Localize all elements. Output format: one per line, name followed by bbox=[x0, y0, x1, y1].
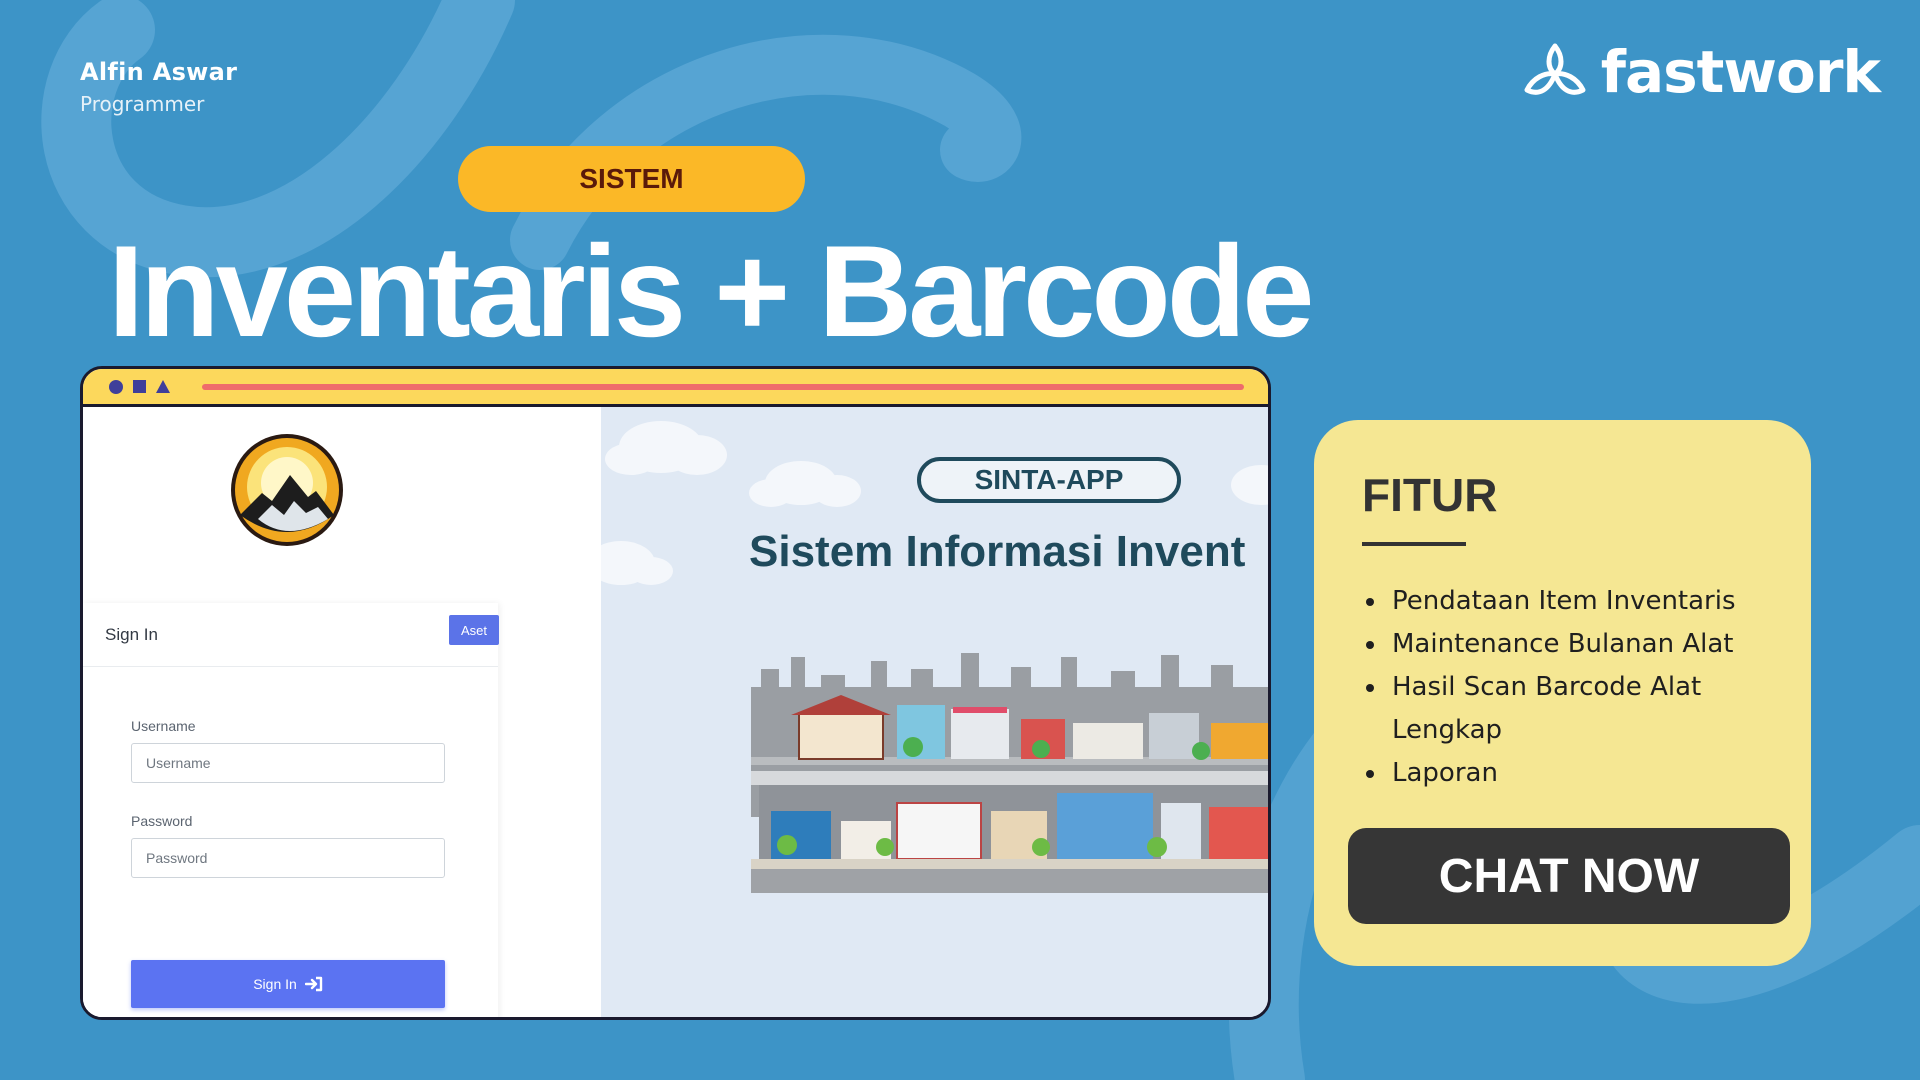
hero-pane: SINTA-APP Sistem Informasi Invent bbox=[601, 407, 1268, 1017]
aset-button[interactable]: Aset bbox=[449, 615, 499, 645]
feature-title: FITUR bbox=[1362, 469, 1498, 521]
sign-in-button-label: Sign In bbox=[253, 976, 297, 992]
password-input[interactable] bbox=[131, 838, 445, 878]
window-triangle-icon bbox=[156, 380, 170, 393]
feature-list: Pendataan Item Inventaris Maintenance Bu… bbox=[1362, 580, 1782, 795]
password-label: Password bbox=[131, 813, 193, 829]
headline: Inventaris + Barcode bbox=[108, 218, 1314, 364]
username-input[interactable] bbox=[131, 743, 445, 783]
feature-item: Pendataan Item Inventaris bbox=[1362, 580, 1782, 623]
feature-item: Maintenance Bulanan Alat bbox=[1362, 623, 1782, 666]
fastwork-logo-icon bbox=[1524, 43, 1586, 95]
login-card-header: Sign In Aset bbox=[83, 603, 499, 667]
author-block: Alfin Aswar Programmer bbox=[80, 58, 237, 116]
brand[interactable]: fastwork bbox=[1523, 38, 1881, 106]
login-title: Sign In bbox=[105, 625, 158, 644]
login-pane: Sign In Aset Username Password Sign In bbox=[83, 407, 601, 1017]
author-name: Alfin Aswar bbox=[80, 58, 238, 86]
window-circle-icon bbox=[109, 379, 123, 394]
feature-item: Hasil Scan Barcode Alat Lengkap bbox=[1362, 666, 1782, 752]
sign-in-button[interactable]: Sign In bbox=[131, 960, 445, 1008]
feature-item: Laporan bbox=[1362, 752, 1782, 795]
brand-name: fastwork bbox=[1600, 38, 1881, 106]
sign-in-icon bbox=[304, 976, 322, 992]
address-bar bbox=[202, 383, 1244, 390]
category-pill: SISTEM bbox=[458, 146, 805, 212]
mountain-sun-emblem-icon bbox=[231, 434, 343, 546]
username-label: Username bbox=[131, 718, 196, 734]
feature-title-underline bbox=[1362, 542, 1466, 546]
browser-toolbar bbox=[83, 369, 1268, 407]
browser-content: Sign In Aset Username Password Sign In bbox=[83, 407, 1268, 1017]
browser-window-mockup: Sign In Aset Username Password Sign In bbox=[80, 366, 1271, 1020]
app-title: Sistem Informasi Invent bbox=[749, 527, 1246, 576]
author-role: Programmer bbox=[80, 92, 205, 116]
login-card: Sign In Aset Username Password Sign In bbox=[83, 603, 499, 1017]
feature-card: FITUR Pendataan Item Inventaris Maintena… bbox=[1314, 420, 1811, 966]
chat-now-button[interactable]: CHAT NOW bbox=[1348, 828, 1790, 924]
app-badge: SINTA-APP bbox=[917, 457, 1181, 503]
window-square-icon bbox=[133, 380, 146, 393]
